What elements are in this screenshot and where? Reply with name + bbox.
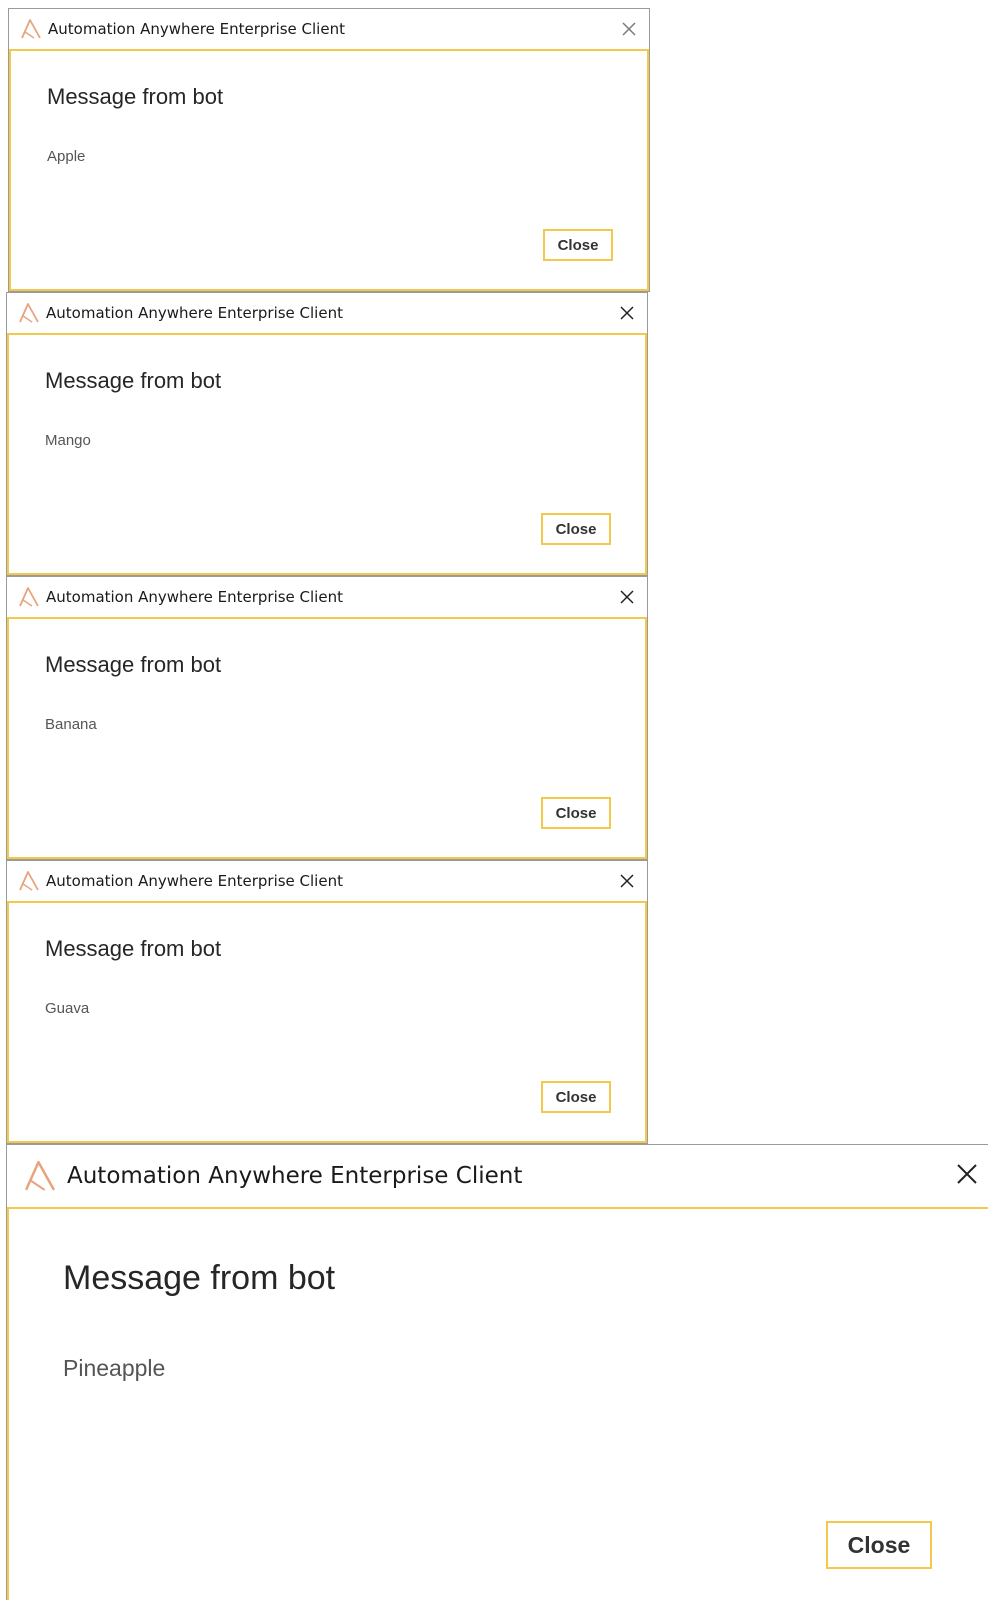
close-button[interactable]: Close bbox=[826, 1521, 932, 1569]
bot-message-dialog: Automation Anywhere Enterprise Client Me… bbox=[8, 8, 650, 292]
dialog-heading: Message from bot bbox=[45, 652, 222, 677]
dialog-body: Message from bot Mango Close bbox=[7, 333, 647, 575]
bot-message-dialog: Automation Anywhere Enterprise Client Me… bbox=[6, 576, 648, 860]
dialog-title: Automation Anywhere Enterprise Client bbox=[67, 1163, 523, 1189]
dialog-message: Guava bbox=[45, 1000, 90, 1017]
dialog-title: Automation Anywhere Enterprise Client bbox=[46, 304, 343, 322]
close-button[interactable]: Close bbox=[543, 229, 613, 261]
dialog-body: Message from bot Apple Close bbox=[9, 49, 649, 291]
bot-message-dialog: Automation Anywhere Enterprise Client Me… bbox=[6, 860, 648, 1144]
automation-anywhere-logo-icon bbox=[18, 302, 40, 324]
dialog-heading: Message from bot bbox=[63, 1259, 336, 1297]
dialog-titlebar[interactable]: Automation Anywhere Enterprise Client bbox=[7, 1145, 988, 1207]
dialog-message: Apple bbox=[47, 148, 86, 165]
dialog-titlebar[interactable]: Automation Anywhere Enterprise Client bbox=[7, 577, 647, 617]
close-icon[interactable] bbox=[952, 1159, 982, 1189]
dialog-title: Automation Anywhere Enterprise Client bbox=[46, 588, 343, 606]
close-icon[interactable] bbox=[615, 585, 639, 609]
close-button[interactable]: Close bbox=[541, 797, 611, 829]
screenshot-stage: Automation Anywhere Enterprise Client Me… bbox=[0, 0, 988, 1600]
bot-message-dialog: Automation Anywhere Enterprise Client Me… bbox=[6, 292, 648, 576]
dialog-body: Message from bot Banana Close bbox=[7, 617, 647, 859]
bot-message-dialog: Automation Anywhere Enterprise Client Me… bbox=[6, 1144, 988, 1600]
dialog-message: Pineapple bbox=[63, 1355, 166, 1381]
dialog-heading: Message from bot bbox=[45, 368, 222, 393]
close-icon[interactable] bbox=[615, 869, 639, 893]
dialog-heading: Message from bot bbox=[47, 84, 224, 109]
close-button[interactable]: Close bbox=[541, 1081, 611, 1113]
automation-anywhere-logo-icon bbox=[18, 586, 40, 608]
dialog-titlebar[interactable]: Automation Anywhere Enterprise Client bbox=[7, 861, 647, 901]
dialog-body: Message from bot Pineapple Close bbox=[7, 1207, 988, 1600]
close-icon[interactable] bbox=[615, 301, 639, 325]
automation-anywhere-logo-icon bbox=[23, 1159, 57, 1193]
dialog-body: Message from bot Guava Close bbox=[7, 901, 647, 1143]
dialog-title: Automation Anywhere Enterprise Client bbox=[46, 872, 343, 890]
dialog-heading: Message from bot bbox=[45, 936, 222, 961]
dialog-title: Automation Anywhere Enterprise Client bbox=[48, 20, 345, 38]
automation-anywhere-logo-icon bbox=[18, 870, 40, 892]
dialog-titlebar[interactable]: Automation Anywhere Enterprise Client bbox=[9, 9, 649, 49]
close-button[interactable]: Close bbox=[541, 513, 611, 545]
dialog-titlebar[interactable]: Automation Anywhere Enterprise Client bbox=[7, 293, 647, 333]
automation-anywhere-logo-icon bbox=[20, 18, 42, 40]
close-icon[interactable] bbox=[617, 17, 641, 41]
dialog-message: Mango bbox=[45, 432, 91, 449]
dialog-message: Banana bbox=[45, 716, 97, 733]
